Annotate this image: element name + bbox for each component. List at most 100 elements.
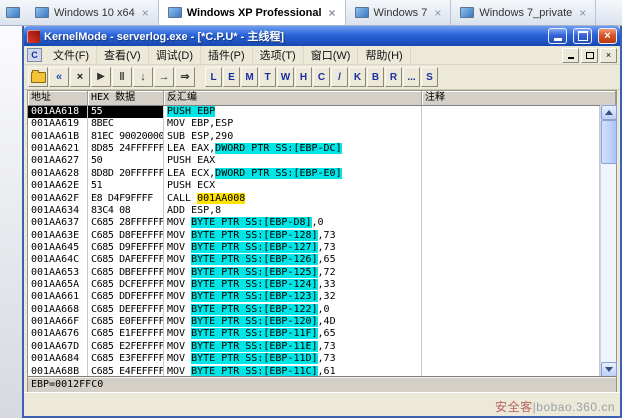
menu-item[interactable]: 选项(T) — [253, 46, 304, 64]
step-over-button[interactable]: → — [154, 67, 174, 87]
disasm-row[interactable]: 001AA62E51PUSH ECX — [28, 180, 600, 192]
window-letter-button[interactable]: R — [385, 67, 402, 87]
disasm-text: MOV — [167, 279, 191, 290]
disasm-text: ,0 — [318, 304, 330, 315]
window-letter-button[interactable]: W — [277, 67, 294, 87]
window-letter-button[interactable]: T — [259, 67, 276, 87]
column-header[interactable]: 反汇编 — [164, 91, 422, 105]
hex-cell: 55 — [88, 106, 164, 118]
restart-icon: « — [56, 72, 62, 83]
disasm-row[interactable]: 001AA684C685 E3FEFFFFMOV BYTE PTR SS:[EB… — [28, 353, 600, 365]
window-letter-button[interactable]: ... — [403, 67, 420, 87]
menu-item[interactable]: 调试(D) — [149, 46, 201, 64]
vm-tab[interactable]: Windows 7_private× — [451, 0, 596, 25]
window-letter-button[interactable]: C — [313, 67, 330, 87]
disasm-row[interactable]: 001AA661C685 DDFEFFFFMOV BYTE PTR SS:[EB… — [28, 291, 600, 303]
run-button[interactable]: ▶ — [91, 67, 111, 87]
disasm-cell: MOV BYTE PTR SS:[EBP-11E],73 — [164, 341, 422, 353]
disasm-cell: MOV BYTE PTR SS:[EBP-124],33 — [164, 279, 422, 291]
vm-tab[interactable]: Windows 7× — [346, 0, 452, 25]
hex-cell: E8 D4F9FFFF — [88, 193, 164, 205]
disasm-row[interactable]: 001AA676C685 E1FEFFFFMOV BYTE PTR SS:[EB… — [28, 328, 600, 340]
window-letter-button[interactable]: M — [241, 67, 258, 87]
close-button[interactable]: × — [598, 28, 617, 44]
disasm-cell: MOV EBP,ESP — [164, 118, 422, 130]
tab-close-icon[interactable]: × — [329, 7, 336, 19]
minimize-button[interactable] — [548, 28, 567, 44]
disasm-row[interactable]: 001AA6288D8D 20FFFFFFLEA ECX,DWORD PTR S… — [28, 168, 600, 180]
scrollbar-thumb[interactable] — [601, 120, 617, 164]
disasm-row[interactable]: 001AA61B81EC 90020000SUB ESP,290 — [28, 131, 600, 143]
disasm-row[interactable]: 001AA66FC685 E0FEFFFFMOV BYTE PTR SS:[EB… — [28, 316, 600, 328]
disasm-row[interactable]: 001AA62750PUSH EAX — [28, 155, 600, 167]
window-letter-label: ... — [407, 72, 415, 83]
vm-tab[interactable]: Windows XP Professional× — [159, 0, 346, 25]
comment-cell — [422, 193, 600, 205]
tab-close-icon[interactable]: × — [434, 7, 441, 19]
disasm-row[interactable]: 001AA62FE8 D4F9FFFFCALL 001AA008 — [28, 193, 600, 205]
window-letter-button[interactable]: E — [223, 67, 240, 87]
highlighted-operand: BYTE PTR SS:[EBP-11D] — [191, 353, 317, 364]
restart-button[interactable]: « — [49, 67, 69, 87]
mdi-close-button[interactable]: × — [600, 48, 617, 63]
highlighted-operand: BYTE PTR SS:[EBP-125] — [191, 267, 317, 278]
window-letter-button[interactable]: H — [295, 67, 312, 87]
window-letter-button[interactable]: S — [421, 67, 438, 87]
disasm-text: ,65 — [318, 254, 336, 265]
disasm-cell: MOV BYTE PTR SS:[EBP-120],4D — [164, 316, 422, 328]
fullscreen-toggle-button[interactable] — [0, 0, 26, 25]
disasm-text: MOV — [167, 316, 191, 327]
disasm-row[interactable]: 001AA65AC685 DCFEFFFFMOV BYTE PTR SS:[EB… — [28, 279, 600, 291]
disasm-row[interactable]: 001AA6198BECMOV EBP,ESP — [28, 118, 600, 130]
menu-item[interactable]: 帮助(H) — [358, 46, 410, 64]
window-letter-button[interactable]: K — [349, 67, 366, 87]
close-program-button[interactable]: × — [70, 67, 90, 87]
disasm-row[interactable]: 001AA63483C4 08ADD ESP,8 — [28, 205, 600, 217]
address-cell: 001AA618 — [28, 106, 88, 118]
disasm-row[interactable]: 001AA653C685 DBFEFFFFMOV BYTE PTR SS:[EB… — [28, 267, 600, 279]
goto-button[interactable]: ⇒ — [175, 67, 195, 87]
disasm-text: ,65 — [318, 328, 336, 339]
mdi-minimize-button[interactable] — [562, 48, 579, 63]
vm-tab[interactable]: Windows 10 x64 × — [26, 0, 159, 25]
step-into-button[interactable]: ↓ — [133, 67, 153, 87]
vm-tab-label: Windows 10 x64 — [54, 7, 135, 19]
hex-cell: C685 DDFEFFFF — [88, 291, 164, 303]
disasm-row[interactable]: 001AA61855PUSH EBP — [28, 106, 600, 118]
tab-close-icon[interactable]: × — [142, 7, 149, 19]
scroll-up-button[interactable] — [601, 105, 617, 120]
disasm-row[interactable]: 001AA67DC685 E2FEFFFFMOV BYTE PTR SS:[EB… — [28, 341, 600, 353]
maximize-button[interactable] — [573, 28, 592, 44]
tab-close-icon[interactable]: × — [579, 7, 586, 19]
title-bar[interactable]: KernelMode - serverlog.exe - [*C.P.U* - … — [24, 26, 620, 46]
disasm-row[interactable]: 001AA6218D85 24FFFFFFLEA EAX,DWORD PTR S… — [28, 143, 600, 155]
window-letter-label: K — [354, 72, 361, 83]
disasm-row[interactable]: 001AA668C685 DEFEFFFFMOV BYTE PTR SS:[EB… — [28, 304, 600, 316]
disasm-row[interactable]: 001AA64CC685 DAFEFFFFMOV BYTE PTR SS:[EB… — [28, 254, 600, 266]
scroll-down-button[interactable] — [601, 362, 617, 377]
window-letter-button[interactable]: / — [331, 67, 348, 87]
pause-button[interactable]: ‖ — [112, 67, 132, 87]
mdi-close-icon: × — [606, 51, 611, 60]
column-header[interactable]: 注释 — [422, 91, 616, 105]
column-header[interactable]: 地址 — [28, 91, 88, 105]
window-letter-button[interactable]: B — [367, 67, 384, 87]
disasm-text: MOV — [167, 254, 191, 265]
open-file-button[interactable] — [28, 67, 48, 87]
window-letter-label: C — [318, 72, 325, 83]
vm-monitor-icon — [168, 7, 182, 18]
vertical-scrollbar[interactable] — [600, 105, 616, 377]
address-cell: 001AA637 — [28, 217, 88, 229]
disasm-row[interactable]: 001AA637C685 28FFFFFFMOV BYTE PTR SS:[EB… — [28, 217, 600, 229]
disasm-row[interactable]: 001AA645C685 D9FEFFFFMOV BYTE PTR SS:[EB… — [28, 242, 600, 254]
menu-item[interactable]: 插件(P) — [201, 46, 253, 64]
disasm-cell: MOV BYTE PTR SS:[EBP-125],72 — [164, 267, 422, 279]
run-icon: ▶ — [97, 72, 105, 82]
window-letter-button[interactable]: L — [205, 67, 222, 87]
menu-item[interactable]: 文件(F) — [46, 46, 97, 64]
menu-item[interactable]: 查看(V) — [97, 46, 149, 64]
disasm-row[interactable]: 001AA63EC685 D8FEFFFFMOV BYTE PTR SS:[EB… — [28, 230, 600, 242]
column-header[interactable]: HEX 数据 — [88, 91, 164, 105]
menu-item[interactable]: 窗口(W) — [304, 46, 359, 64]
mdi-restore-button[interactable] — [581, 48, 598, 63]
